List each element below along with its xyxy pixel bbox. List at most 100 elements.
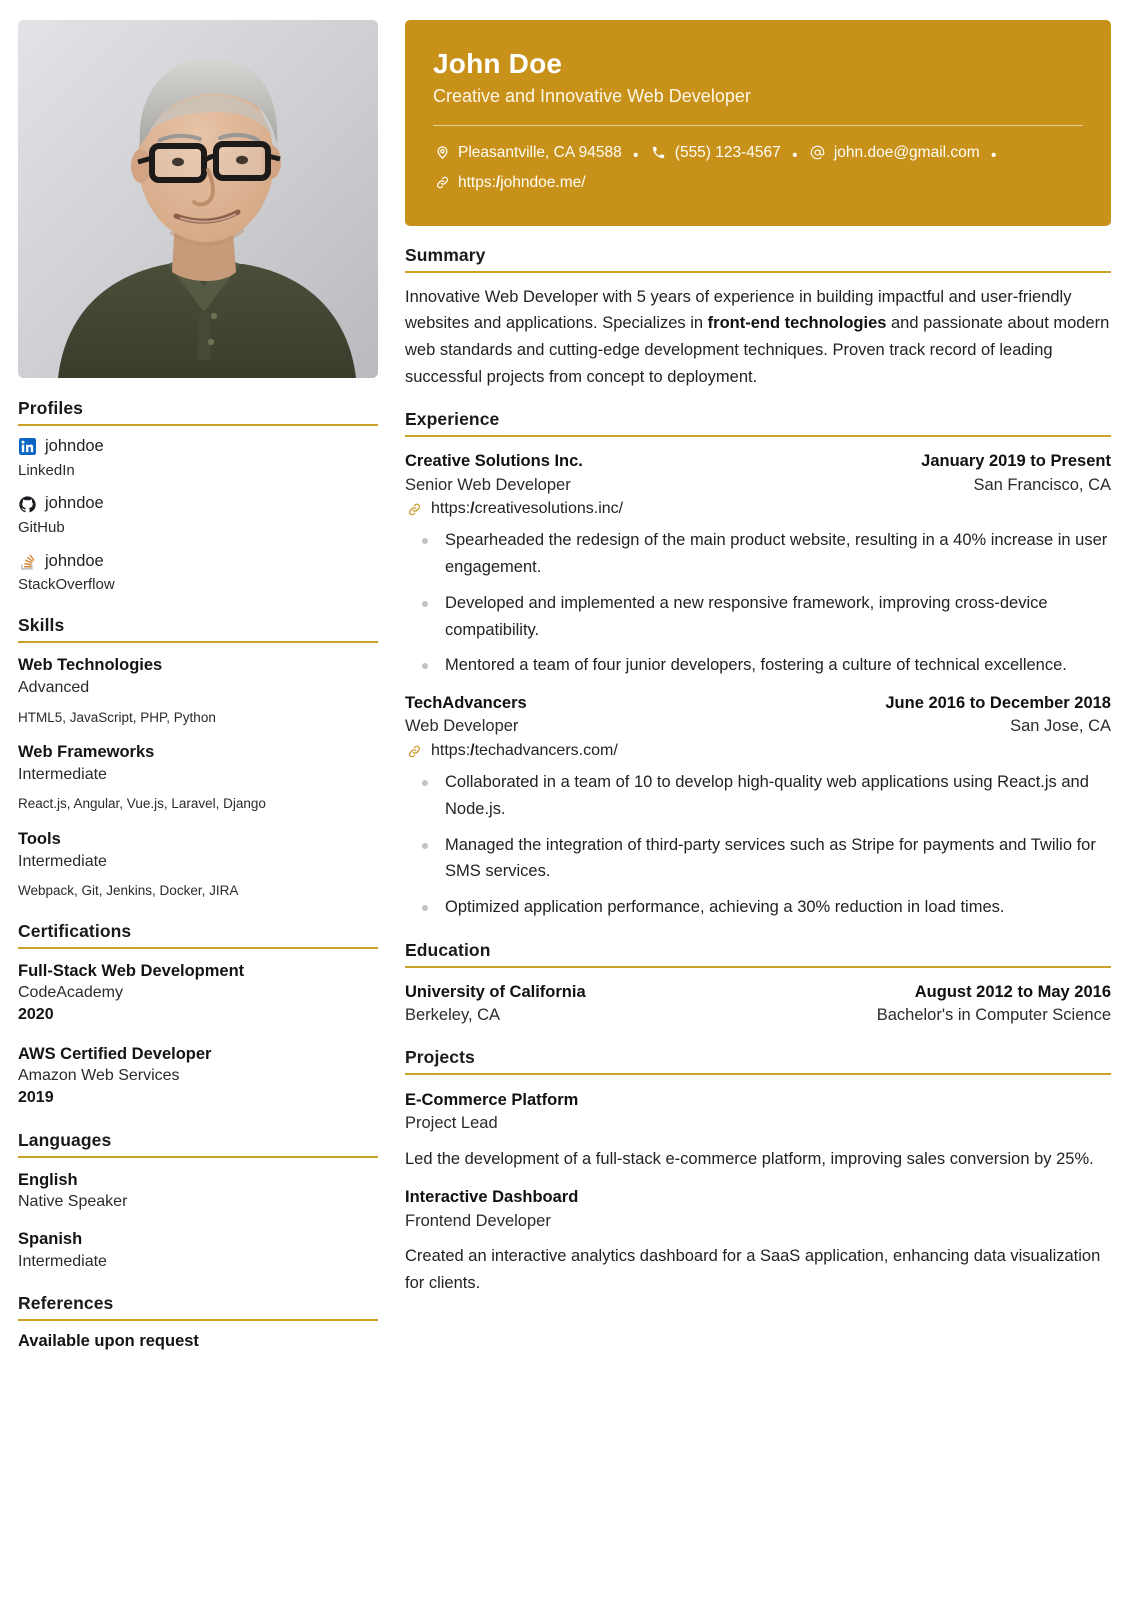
sidebar-section-profiles: Profiles johndoe LinkedIn johndoe GitHub… — [18, 398, 378, 595]
profile-username: johndoe — [45, 437, 104, 455]
certification-issuer: Amazon Web Services — [18, 1066, 180, 1084]
experience-position: Senior Web Developer — [405, 475, 571, 494]
highlight-item: Developed and implemented a new responsi… — [405, 590, 1111, 643]
experience-location: San Francisco, CA — [973, 475, 1111, 494]
main-section-summary: Summary Innovative Web Developer with 5 … — [405, 245, 1111, 391]
bullet-marker-icon — [405, 652, 445, 679]
sidebar-section-languages: Languages English Native Speaker Spanish… — [18, 1130, 378, 1273]
highlight-item: Mentored a team of four junior developer… — [405, 652, 1111, 679]
bullet-marker-icon — [405, 769, 445, 822]
contact-separator: • — [991, 147, 997, 165]
skill-level: Advanced — [18, 679, 90, 697]
certification-date: 2020 — [18, 1006, 54, 1024]
language-item: Spanish Intermediate — [18, 1228, 378, 1273]
contact-phone[interactable]: (555) 123-4567 — [650, 139, 781, 166]
project-name: E-Commerce Platform — [405, 1090, 579, 1109]
project-entry: E-Commerce Platform Project Lead Led the… — [405, 1089, 1111, 1173]
main-content: John Doe Creative and Innovative Web Dev… — [405, 20, 1111, 1600]
highlight-item: Managed the integration of third-party s… — [405, 832, 1111, 885]
experience-company: Creative Solutions Inc. — [405, 452, 583, 471]
language-item: English Native Speaker — [18, 1169, 378, 1214]
section-heading-projects: Projects — [405, 1046, 475, 1067]
contact-email-text: john.doe@gmail.com — [833, 144, 980, 162]
contact-location-text: Pleasantville, CA 94588 — [458, 144, 622, 162]
highlight-text: Developed and implemented a new responsi… — [445, 593, 1048, 639]
skill-level: Intermediate — [18, 852, 107, 870]
section-heading-references: References — [18, 1292, 114, 1313]
header-label: Creative and Innovative Web Developer — [433, 86, 751, 107]
language-name: Spanish — [18, 1230, 83, 1249]
github-icon — [18, 495, 36, 513]
stackoverflow-icon — [18, 552, 36, 570]
contact-list: Pleasantville, CA 94588 • (555) 123-4567… — [433, 139, 1083, 199]
highlight-item: Spearheaded the redesign of the main pro… — [405, 527, 1111, 580]
experience-entry: Creative Solutions Inc. January 2019 to … — [405, 450, 1111, 679]
summary-text: Innovative Web Developer with 5 years of… — [405, 284, 1111, 391]
link-icon — [433, 174, 451, 192]
skill-keywords: Webpack, Git, Jenkins, Docker, JIRA — [18, 883, 239, 899]
contact-separator: • — [633, 147, 639, 165]
section-rule — [405, 1072, 1111, 1075]
profile-username: johndoe — [45, 494, 104, 513]
profile-username: johndoe — [45, 551, 104, 570]
highlight-text: Spearheaded the redesign of the main pro… — [445, 531, 1108, 577]
linkedin-icon — [18, 438, 36, 456]
profile-item-github[interactable]: johndoe GitHub — [18, 494, 378, 537]
contact-phone-text: (555) 123-4567 — [674, 144, 781, 162]
project-name: Interactive Dashboard — [405, 1188, 579, 1207]
contact-website[interactable]: https:/johndoe.me/ — [433, 169, 586, 196]
experience-highlights: Collaborated in a team of 10 to develop … — [405, 769, 1111, 921]
experience-date: June 2016 to December 2018 — [885, 694, 1111, 713]
sidebar-section-references: References Available upon request — [18, 1293, 378, 1351]
experience-entry: TechAdvancers June 2016 to December 2018… — [405, 692, 1111, 921]
highlight-item: Collaborated in a team of 10 to develop … — [405, 769, 1111, 822]
experience-highlights: Spearheaded the redesign of the main pro… — [405, 527, 1111, 679]
experience-url-text: https:/techadvancers.com/ — [431, 742, 618, 760]
at-sign-icon — [809, 144, 827, 162]
language-fluency: Native Speaker — [18, 1192, 128, 1210]
highlight-text: Collaborated in a team of 10 to develop … — [445, 773, 1089, 818]
bullet-marker-icon — [405, 590, 445, 643]
education-study: Bachelor's in Computer Science — [876, 1005, 1111, 1024]
sidebar-section-skills: Skills Web Technologies Advanced HTML5, … — [18, 615, 378, 901]
experience-company: TechAdvancers — [405, 694, 527, 713]
link-icon — [405, 742, 423, 760]
profile-item-stackoverflow[interactable]: johndoe StackOverflow — [18, 552, 378, 595]
certification-name: AWS Certified Developer — [18, 1044, 212, 1063]
education-institution: University of California — [405, 982, 586, 1001]
skill-item: Tools Intermediate Webpack, Git, Jenkins… — [18, 828, 378, 901]
header-banner: John Doe Creative and Innovative Web Dev… — [405, 20, 1111, 226]
highlight-text: Mentored a team of four junior developer… — [445, 656, 1067, 675]
project-role: Frontend Developer — [405, 1211, 551, 1230]
education-location: Berkeley, CA — [405, 1005, 501, 1024]
project-description: Created an interactive analytics dashboa… — [405, 1247, 1101, 1293]
skill-level: Intermediate — [18, 766, 107, 784]
profile-item-linkedin[interactable]: johndoe LinkedIn — [18, 437, 378, 480]
contact-website-text: https:/johndoe.me/ — [458, 174, 586, 192]
main-section-projects: Projects E-Commerce Platform Project Lea… — [405, 1047, 1111, 1297]
section-rule — [18, 640, 378, 643]
experience-url[interactable]: https:/creativesolutions.inc/ — [405, 500, 1111, 518]
bullet-marker-icon — [405, 894, 445, 921]
certification-issuer: CodeAcademy — [18, 983, 123, 1001]
section-heading-summary: Summary — [405, 244, 486, 265]
link-icon — [405, 500, 423, 518]
page-title: John Doe — [433, 48, 563, 79]
skill-item: Web Technologies Advanced HTML5, JavaScr… — [18, 654, 378, 727]
skill-item: Web Frameworks Intermediate React.js, An… — [18, 741, 378, 814]
main-section-education: Education University of California Augus… — [405, 940, 1111, 1028]
experience-position: Web Developer — [405, 717, 519, 736]
banner-divider — [433, 125, 1083, 127]
section-heading-skills: Skills — [18, 614, 65, 635]
contact-email[interactable]: john.doe@gmail.com — [809, 139, 980, 166]
education-entry: University of California August 2012 to … — [405, 981, 1111, 1028]
skill-name: Tools — [18, 829, 61, 848]
experience-date: January 2019 to Present — [921, 452, 1111, 471]
experience-url[interactable]: https:/techadvancers.com/ — [405, 742, 1111, 760]
skill-keywords: HTML5, JavaScript, PHP, Python — [18, 709, 216, 725]
profile-network: StackOverflow — [18, 576, 115, 594]
skill-name: Web Frameworks — [18, 742, 155, 761]
bullet-marker-icon — [405, 527, 445, 580]
phone-icon — [650, 144, 668, 162]
skill-keywords: React.js, Angular, Vue.js, Laravel, Djan… — [18, 796, 266, 812]
